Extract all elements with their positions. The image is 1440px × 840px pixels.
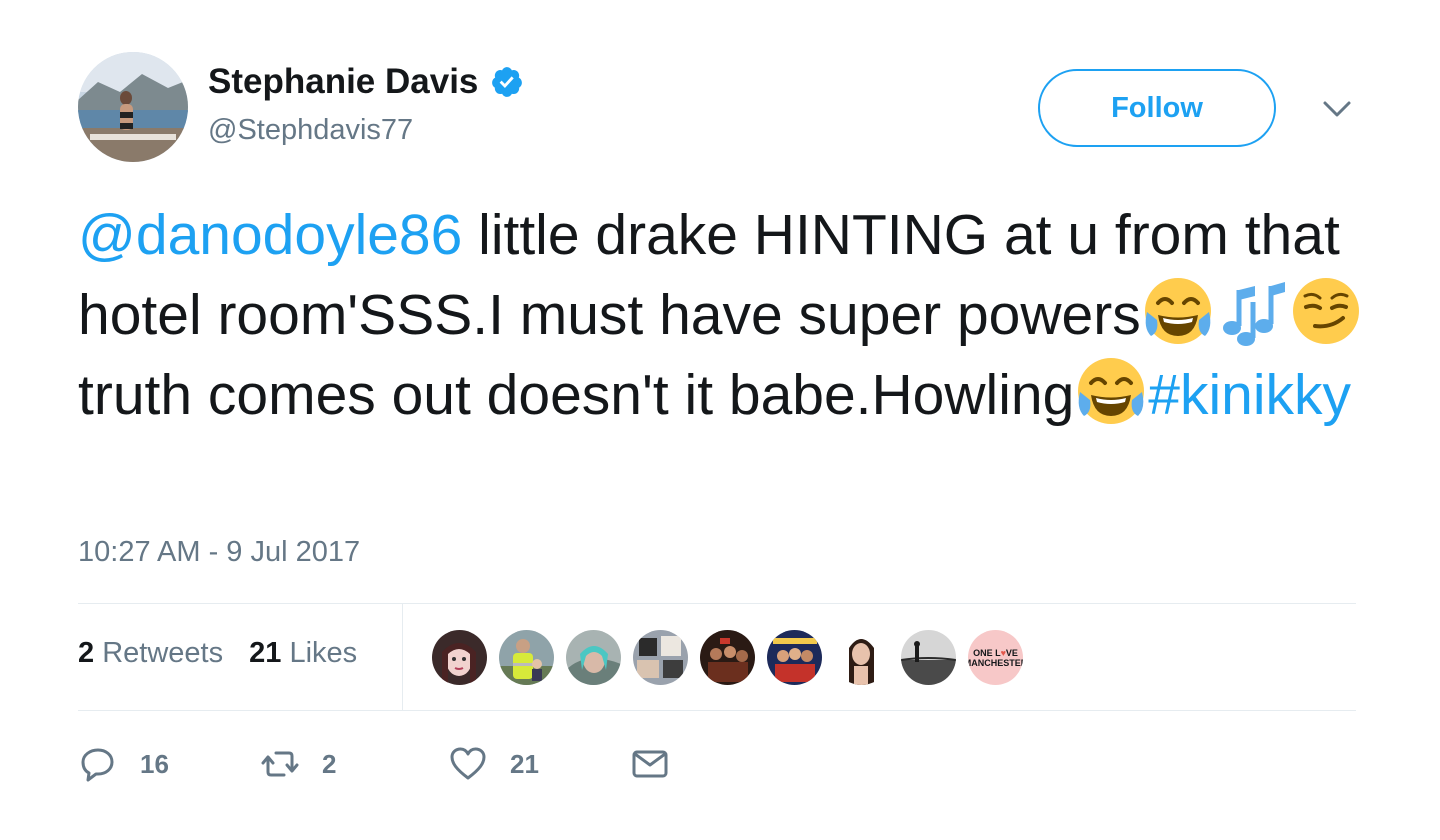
liker-avatar[interactable] (901, 630, 956, 685)
liker-avatar[interactable] (834, 630, 889, 685)
hashtag-link[interactable]: #kinikky (1148, 363, 1351, 427)
direct-message-button[interactable] (630, 742, 670, 786)
profile-avatar[interactable] (78, 52, 188, 162)
likes-label: Likes (289, 637, 358, 669)
liker-badge-word-3: MANCHESTER (968, 657, 1023, 668)
liker-avatar[interactable] (566, 630, 621, 685)
face-with-tears-of-joy-emoji-icon (1141, 274, 1215, 348)
verified-badge-icon (490, 65, 524, 99)
liker-badge-word-2: VE (1005, 647, 1018, 658)
retweets-stat[interactable]: 2 Retweets (78, 637, 223, 670)
retweet-icon (261, 751, 299, 777)
musical-notes-emoji-icon (1215, 274, 1289, 348)
reply-count: 16 (140, 748, 169, 779)
liker-avatar[interactable] (700, 630, 755, 685)
chevron-down-icon[interactable] (1320, 96, 1354, 122)
heart-icon (450, 747, 486, 780)
face-with-tears-of-joy-emoji-icon (1074, 354, 1148, 428)
retweets-count: 2 (78, 637, 95, 669)
liker-avatar[interactable] (767, 630, 822, 685)
liker-avatar-one-love-manchester[interactable]: ONE L♥VE MANCHESTER (968, 630, 1023, 685)
user-handle[interactable]: @Stephdavis77 (208, 114, 413, 147)
liker-avatars: ONE L♥VE MANCHESTER (432, 630, 1035, 685)
liker-badge-text: ONE L♥VE MANCHESTER (968, 630, 1023, 685)
liker-avatar[interactable] (432, 630, 487, 685)
smirking-face-emoji-icon (1289, 274, 1363, 348)
liker-avatar[interactable] (499, 630, 554, 685)
liker-avatar[interactable] (633, 630, 688, 685)
like-count: 21 (510, 748, 539, 779)
reply-icon (81, 748, 114, 782)
reply-button[interactable]: 16 (78, 742, 169, 786)
retweets-label: Retweets (102, 637, 224, 669)
tweet-stats: 2 Retweets 21 Likes (78, 637, 357, 670)
tweet-text-part-2: truth comes out doesn't it babe.Howling (78, 363, 1075, 427)
divider (402, 604, 403, 711)
tweet-timestamp[interactable]: 10:27 AM - 9 Jul 2017 (78, 536, 360, 569)
mention-link[interactable]: @danodoyle86 (78, 203, 462, 267)
likes-count: 21 (249, 637, 282, 669)
display-name[interactable]: Stephanie Davis (208, 62, 478, 102)
envelope-icon (632, 750, 668, 778)
divider (78, 603, 1356, 604)
likes-stat[interactable]: 21 Likes (249, 637, 357, 670)
like-button[interactable]: 21 (448, 742, 539, 786)
divider (78, 710, 1356, 711)
tweet-text: @danodoyle86 little drake HINTING at u f… (78, 196, 1378, 434)
follow-button[interactable]: Follow (1038, 69, 1276, 147)
liker-badge-word-1: ONE L (973, 647, 1001, 658)
retweet-count: 2 (322, 748, 337, 779)
retweet-button[interactable]: 2 (260, 742, 336, 786)
